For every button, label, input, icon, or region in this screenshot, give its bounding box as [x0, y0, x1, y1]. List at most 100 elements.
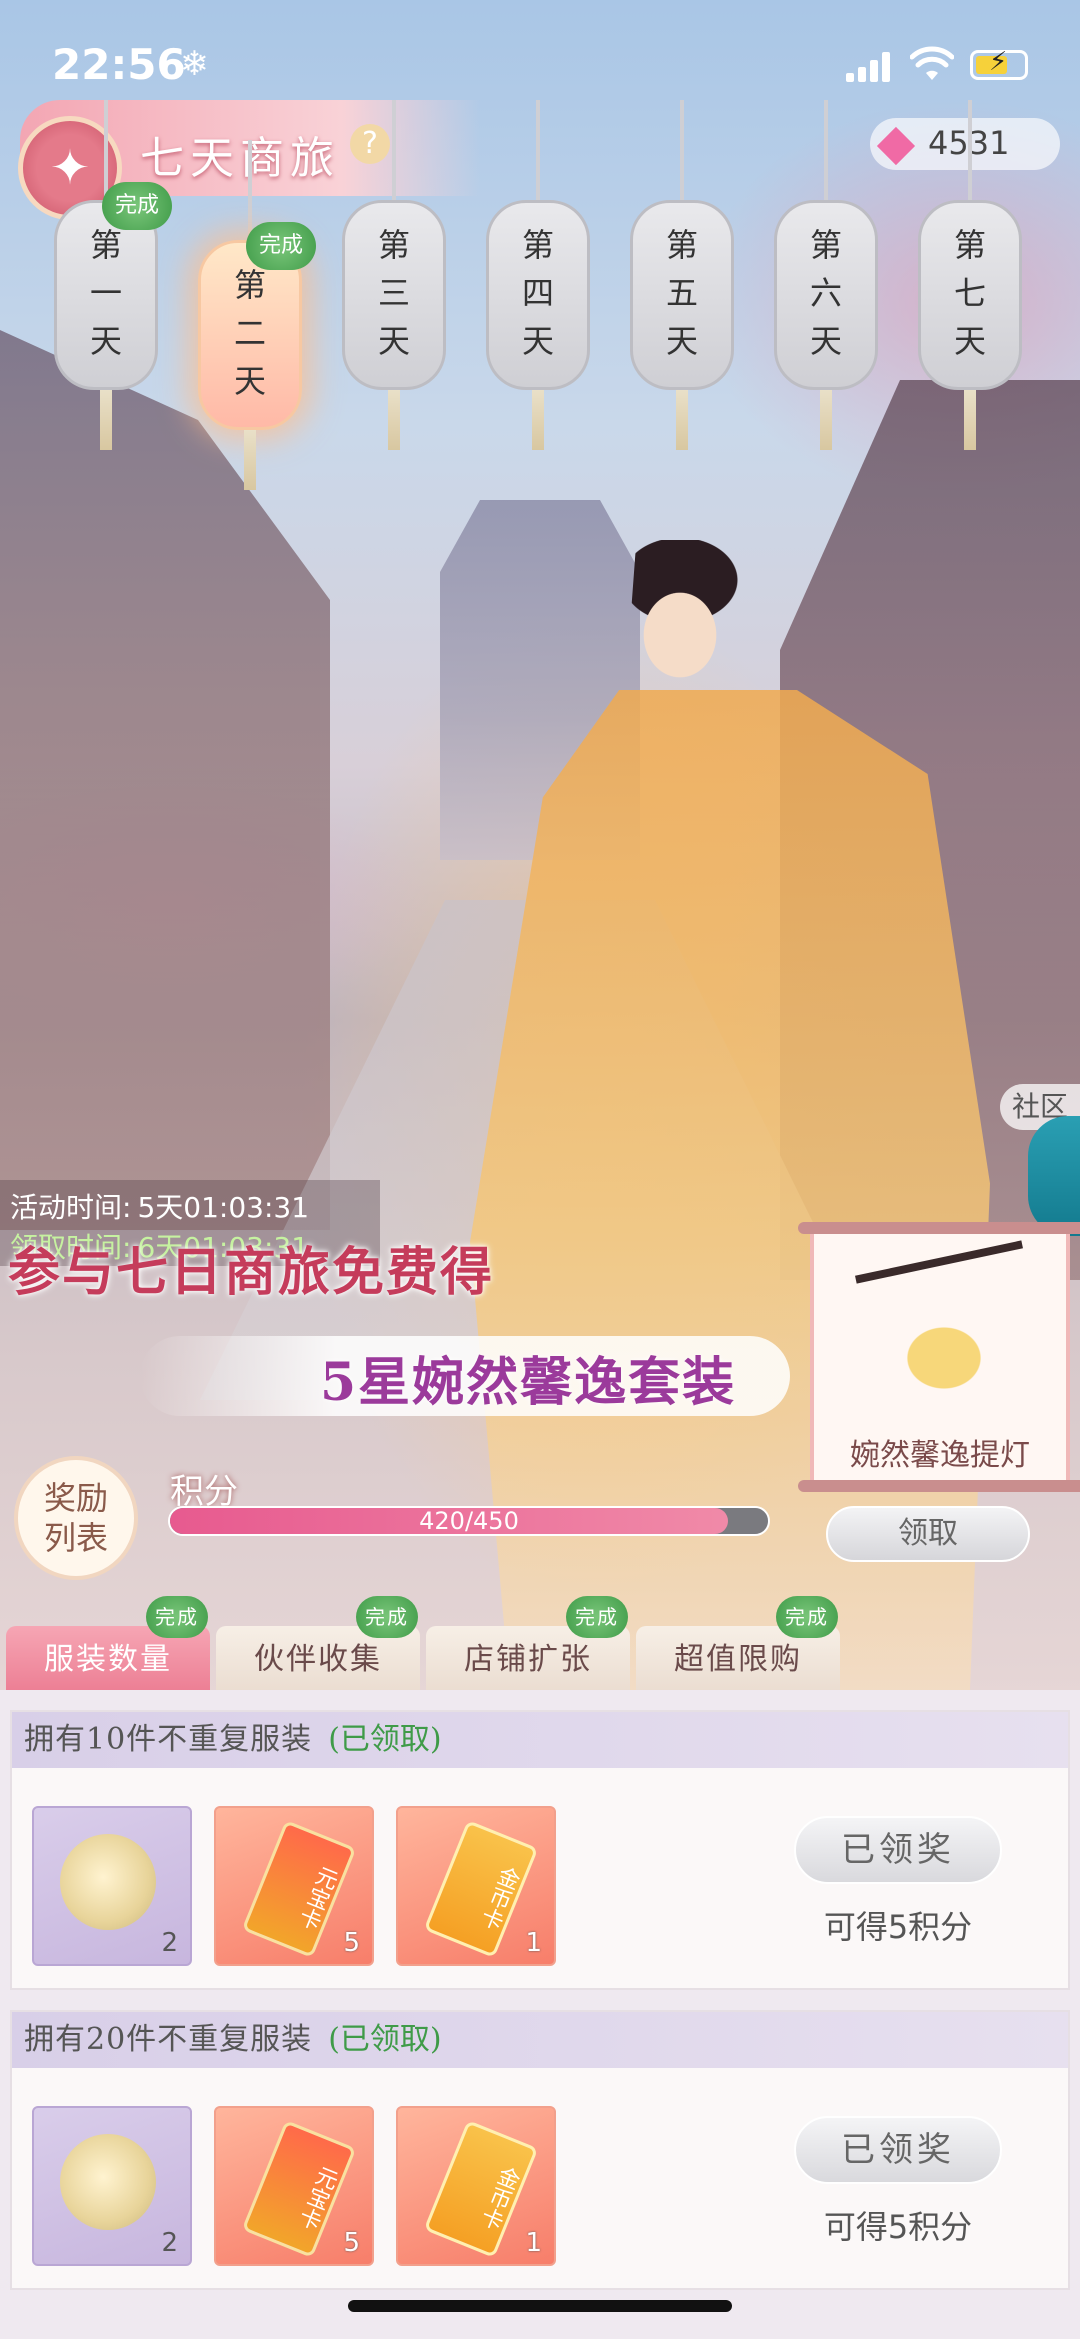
status-bar: 22:56 ❄ ⚡: [0, 0, 1080, 110]
lantern-tassel: [244, 430, 256, 490]
reward-item-slot[interactable]: 金币卡 1: [396, 2106, 556, 2266]
scroll-rod-top: [798, 1222, 1080, 1234]
lantern-tassel: [676, 390, 688, 450]
day-label: 第 五 天: [665, 226, 698, 360]
lantern-body: 第 七 天: [918, 200, 1022, 390]
gem-icon: ◆: [876, 113, 916, 171]
home-indicator[interactable]: [348, 2300, 732, 2312]
item-count: 5: [343, 1928, 360, 1958]
task-card: 拥有10件不重复服装 (已领取) 2 元宝卡 5 金币卡 1 已领奖 可得5积分: [10, 1710, 1070, 1990]
activity-time-value: 5天01:03:31: [137, 1191, 310, 1224]
promo-line-2: 5星婉然馨逸套装: [320, 1352, 737, 1413]
done-badge: 完成: [102, 182, 172, 230]
promo-line-1: 参与七日商旅免费得: [8, 1242, 495, 1303]
done-badge: 完成: [566, 1596, 628, 1638]
tab-label: 店铺扩张: [464, 1642, 592, 1677]
item-count: 1: [525, 1928, 542, 1958]
done-badge: 完成: [146, 1596, 208, 1638]
claim-score-button[interactable]: 领取: [826, 1506, 1030, 1562]
ticket-text: 元宝卡: [292, 1861, 341, 1933]
tab-2[interactable]: 伙伴收集 完成: [216, 1596, 420, 1694]
tab-label: 伙伴收集: [254, 1642, 382, 1677]
wifi-icon: [910, 46, 954, 80]
battery-icon: ⚡: [970, 47, 1028, 80]
page-title: 七天商旅: [140, 133, 340, 184]
tab-4[interactable]: 超值限购 完成: [636, 1596, 840, 1694]
task-state: (已领取): [328, 2022, 442, 2057]
lantern-string: [824, 100, 828, 200]
task-header: 拥有10件不重复服装 (已领取): [12, 1712, 1068, 1768]
day-label: 第 六 天: [809, 226, 842, 360]
lantern-tassel: [820, 390, 832, 450]
lantern-string: [104, 100, 108, 200]
points-text: 可得5积分: [823, 2208, 973, 2246]
yarn-ball-icon: [60, 2134, 156, 2230]
lantern-string: [968, 100, 972, 200]
score-progress-text: 420/450: [419, 1507, 519, 1535]
day-lantern-2[interactable]: 第 二 天完成: [198, 140, 316, 490]
day-lantern-5[interactable]: 第 五 天: [630, 100, 734, 450]
reward-list-label-1: 奖励: [43, 1479, 108, 1517]
ticket-card-icon: 金币卡: [423, 1820, 539, 1958]
signal-icon: [846, 52, 890, 82]
lantern-string: [680, 100, 684, 200]
done-badge: 完成: [776, 1596, 838, 1638]
help-button[interactable]: ?: [350, 124, 390, 164]
ticket-text: 金币卡: [474, 2161, 523, 2233]
reward-list-button[interactable]: 奖励 列表: [14, 1456, 138, 1580]
lantern-item-icon: [874, 1268, 1014, 1418]
day-lantern-1[interactable]: 第 一 天完成: [54, 100, 172, 450]
reward-item-name: 婉然馨逸提灯: [850, 1438, 1030, 1473]
item-count: 1: [525, 2228, 542, 2258]
claimed-button[interactable]: 已领奖: [794, 1816, 1002, 1884]
activity-time-row: 活动时间: 5天01:03:31: [10, 1186, 309, 1226]
reward-list-label-2: 列表: [43, 1519, 108, 1557]
day-lantern-7[interactable]: 第 七 天: [918, 100, 1022, 450]
reward-item-slot[interactable]: 2: [32, 1806, 192, 1966]
score-progress-bar: 420/450: [168, 1506, 770, 1536]
lantern-tassel: [388, 390, 400, 450]
category-tabs: 服装数量 完成 伙伴收集 完成 店铺扩张 完成 超值限购 完成: [0, 1596, 1080, 1694]
task-title: 拥有20件不重复服装: [24, 2022, 313, 2057]
ticket-card-icon: 元宝卡: [241, 2120, 357, 2258]
lantern-string: [248, 140, 252, 240]
tab-1[interactable]: 服装数量 完成: [6, 1596, 210, 1694]
ticket-text: 元宝卡: [292, 2161, 341, 2233]
claimed-button[interactable]: 已领奖: [794, 2116, 1002, 2184]
lantern-string: [536, 100, 540, 200]
tab-label: 超值限购: [674, 1642, 802, 1677]
task-title: 拥有10件不重复服装: [24, 1722, 313, 1757]
reward-preview-card[interactable]: 婉然馨逸提灯: [798, 1222, 1080, 1492]
day-lantern-3[interactable]: 第 三 天: [342, 100, 446, 450]
lantern-body: 第 三 天: [342, 200, 446, 390]
ticket-text: 金币卡: [474, 1861, 523, 1933]
lantern-string: [392, 100, 396, 200]
ticket-card-icon: 金币卡: [423, 2120, 539, 2258]
item-count: 2: [161, 2228, 178, 2258]
done-badge: 完成: [246, 222, 316, 270]
lantern-body: 第 四 天: [486, 200, 590, 390]
reward-item-slot[interactable]: 元宝卡 5: [214, 1806, 374, 1966]
item-count: 2: [161, 1928, 178, 1958]
task-list[interactable]: 拥有10件不重复服装 (已领取) 2 元宝卡 5 金币卡 1 已领奖 可得5积分 拥有20件不重复…: [0, 1690, 1080, 2339]
day-label: 第 三 天: [377, 226, 410, 360]
reward-item-slot[interactable]: 金币卡 1: [396, 1806, 556, 1966]
lantern-body: 第 五 天: [630, 200, 734, 390]
activity-time-label: 活动时间:: [10, 1191, 132, 1224]
lantern-tassel: [532, 390, 544, 450]
community-icon[interactable]: [1028, 1116, 1080, 1236]
reward-item-slot[interactable]: 元宝卡 5: [214, 2106, 374, 2266]
yarn-ball-icon: [60, 1834, 156, 1930]
day-lantern-6[interactable]: 第 六 天: [774, 100, 878, 450]
day-lantern-4[interactable]: 第 四 天: [486, 100, 590, 450]
scroll-rod-bottom: [798, 1480, 1080, 1492]
task-card: 拥有20件不重复服装 (已领取) 2 元宝卡 5 金币卡 1 已领奖 可得5积分: [10, 2010, 1070, 2290]
reward-item-slot[interactable]: 2: [32, 2106, 192, 2266]
lantern-tassel: [100, 390, 112, 450]
status-time: 22:56: [52, 40, 186, 89]
done-badge: 完成: [356, 1596, 418, 1638]
tab-3[interactable]: 店铺扩张 完成: [426, 1596, 630, 1694]
lantern-tassel: [964, 390, 976, 450]
day-label: 第 四 天: [521, 226, 554, 360]
tab-label: 服装数量: [44, 1642, 172, 1677]
